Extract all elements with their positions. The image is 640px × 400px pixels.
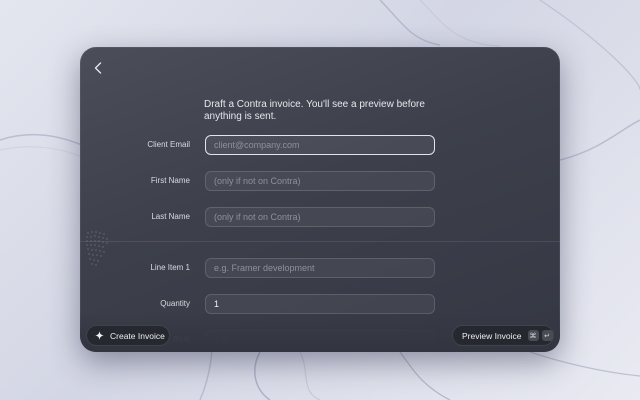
rate-input[interactable] [205, 330, 435, 350]
line-item-1-label: Line Item 1 [150, 263, 190, 272]
client-email-input[interactable] [205, 135, 435, 155]
preview-invoice-button[interactable]: Preview Invoice ⌘ ↵ [452, 325, 554, 346]
line-item-1-row: Line Item 1 [80, 258, 560, 278]
last-name-row: Last Name [80, 207, 560, 227]
back-button[interactable] [90, 59, 106, 77]
preview-invoice-label: Preview Invoice [462, 330, 522, 341]
client-email-row: Client Email [80, 135, 560, 155]
create-invoice-button[interactable]: Create Invoice [86, 325, 170, 346]
first-name-label: First Name [150, 176, 190, 185]
rate-label: Rate [173, 335, 190, 344]
create-invoice-label: Create Invoice [110, 330, 165, 341]
quantity-row: Quantity [80, 294, 560, 314]
first-name-row: First Name [80, 171, 560, 191]
intro-text: Draft a Contra invoice. You'll see a pre… [204, 99, 425, 122]
invoice-panel: Draft a Contra invoice. You'll see a pre… [80, 47, 560, 352]
enter-key-icon: ↵ [541, 330, 553, 341]
first-name-input[interactable] [205, 171, 435, 191]
quantity-input[interactable] [205, 294, 435, 314]
sparkle-icon [95, 331, 104, 340]
command-key-icon: ⌘ [527, 330, 539, 341]
client-email-label: Client Email [147, 140, 190, 149]
line-item-1-input[interactable] [205, 258, 435, 278]
last-name-input[interactable] [205, 207, 435, 227]
section-divider [80, 241, 560, 242]
quantity-label: Quantity [160, 299, 190, 308]
chevron-left-icon [94, 62, 102, 74]
last-name-label: Last Name [151, 212, 190, 221]
